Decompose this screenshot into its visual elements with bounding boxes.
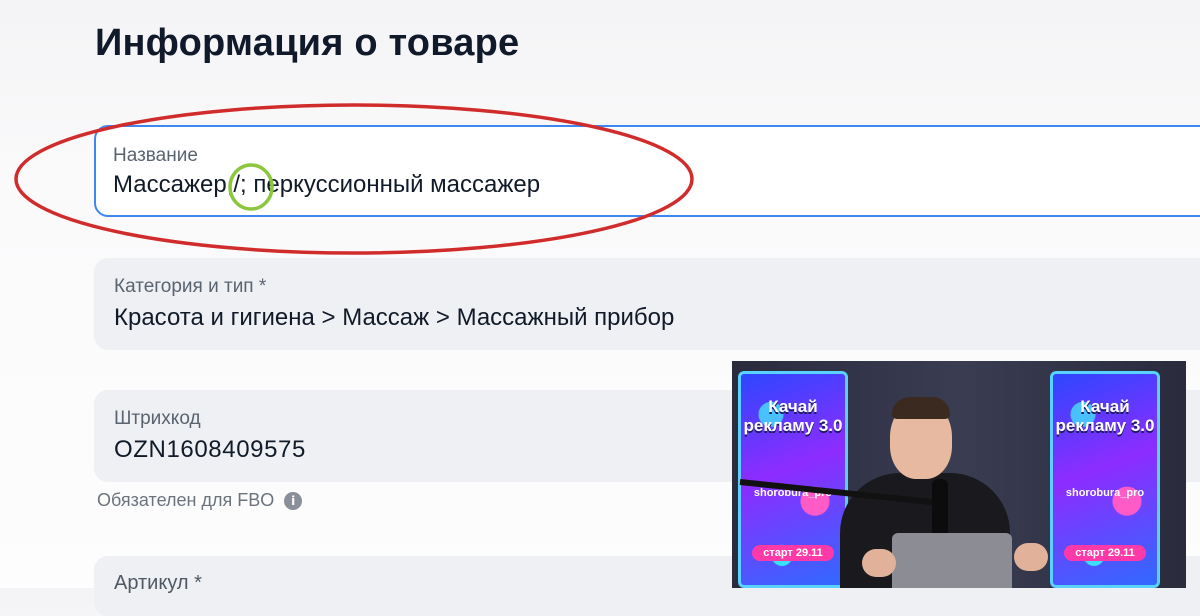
- banner-right: Качай рекламу 3.0 shorobura_pro старт 29…: [1050, 371, 1160, 588]
- presenter-hand-left: [862, 549, 896, 577]
- banner-left-start: старт 29.11: [752, 545, 834, 561]
- category-value: Красота и гигиена > Массаж > Массажный п…: [114, 304, 675, 331]
- banner-left-title: Качай рекламу 3.0: [743, 397, 843, 435]
- presenter-hair: [892, 397, 950, 419]
- info-icon[interactable]: i: [284, 491, 303, 510]
- laptop: [892, 533, 1012, 588]
- webcam-overlay: Качай рекламу 3.0 shorobura_pro старт 29…: [732, 361, 1186, 588]
- banner-right-handle: shorobura_pro: [1065, 487, 1145, 499]
- banner-left: Качай рекламу 3.0 shorobura_pro старт 29…: [738, 371, 848, 588]
- product-name-input[interactable]: [113, 171, 1013, 199]
- microphone: [932, 479, 948, 539]
- barcode-label: Штрихкод: [114, 408, 201, 429]
- page-title: Информация о товаре: [95, 22, 520, 64]
- banner-right-start: старт 29.11: [1064, 545, 1146, 561]
- product-name-label: Название: [113, 145, 198, 166]
- barcode-hint-text: Обязателен для FBO: [97, 490, 275, 510]
- barcode-hint: Обязателен для FBO i: [97, 490, 303, 511]
- product-name-field[interactable]: Название: [94, 125, 1200, 217]
- presenter-hand-right: [1014, 543, 1048, 571]
- category-label: Категория и тип *: [114, 276, 267, 297]
- banner-right-title: Качай рекламу 3.0: [1055, 397, 1155, 435]
- category-field[interactable]: Категория и тип * Красота и гигиена > Ма…: [94, 258, 1200, 350]
- article-label: Артикул *: [114, 572, 202, 594]
- barcode-value: OZN1608409575: [114, 436, 306, 463]
